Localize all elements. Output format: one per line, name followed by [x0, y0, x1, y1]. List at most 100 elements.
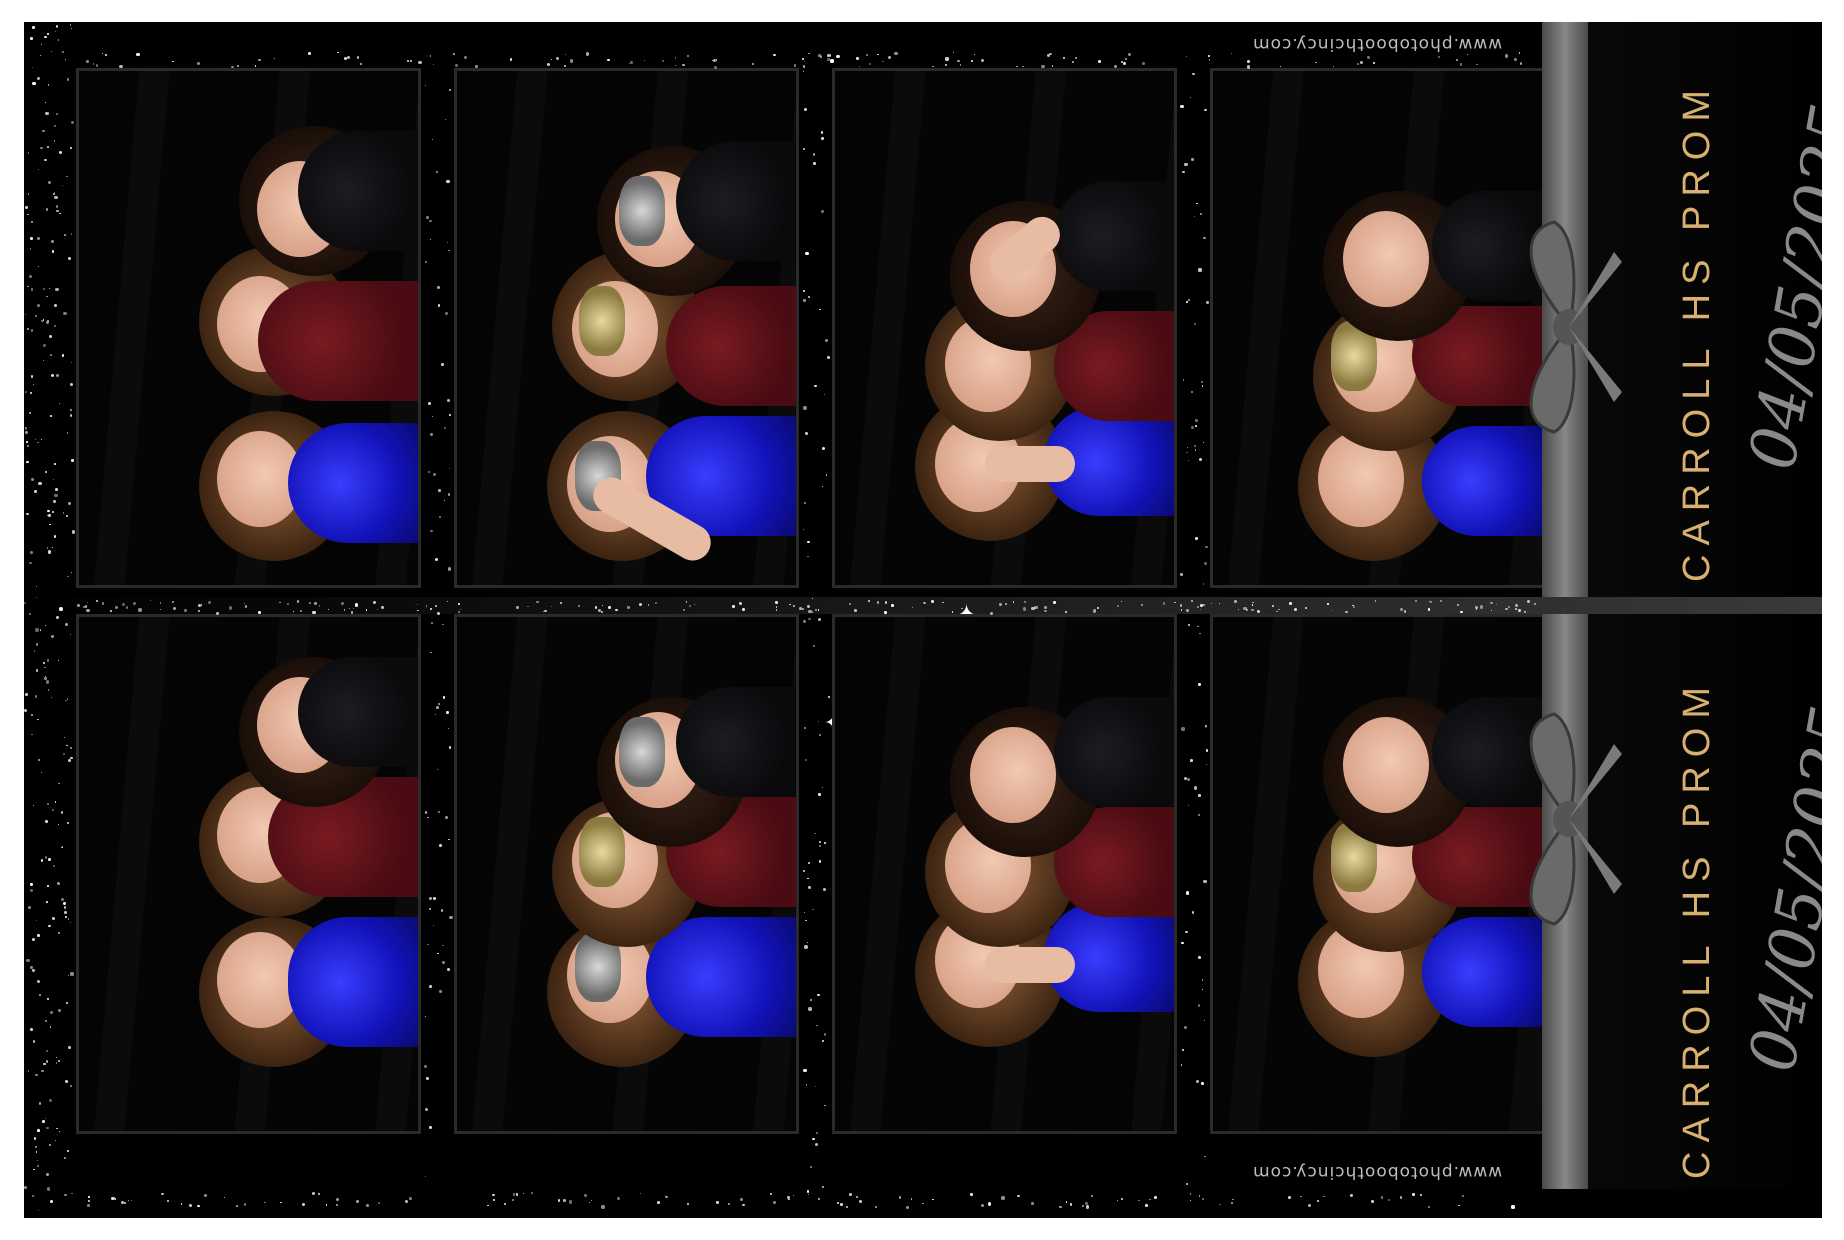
sparkle-dot	[124, 1202, 126, 1204]
sparkle-dot	[712, 58, 716, 62]
sparkle-dot	[25, 692, 29, 696]
sparkle-dot	[71, 530, 75, 534]
sparkle-dot	[435, 605, 438, 607]
sparkle-dot	[822, 888, 826, 892]
sparkle-dot	[51, 916, 55, 920]
sparkle-dot	[807, 877, 809, 879]
sparkle-dot	[459, 608, 462, 610]
sparkle-dot	[820, 209, 824, 214]
sparkle-dot	[35, 596, 38, 598]
ribbon-bow	[1529, 712, 1622, 926]
sparkle-dot	[569, 59, 574, 63]
sparkle-dot	[1140, 603, 1143, 606]
photo-strip-top: CARROLL HS PROM 04/05/2025 www.photoboot…	[24, 22, 1822, 597]
sparkle-dot	[1205, 545, 1208, 549]
sparkle-dot	[1197, 955, 1202, 959]
sparkle-dot	[546, 63, 550, 67]
sparkle-dot	[1190, 157, 1194, 161]
sparkle-dot	[858, 1199, 863, 1203]
sparkle-dot	[32, 81, 36, 85]
sparkle-dot	[818, 840, 821, 843]
sparkle-dot	[1461, 1195, 1464, 1198]
sparkle-dot	[29, 391, 32, 394]
sparkle-dot	[808, 1193, 810, 1195]
sparkle-dot	[35, 1150, 38, 1153]
face	[1343, 211, 1429, 307]
sparkle-dot	[1199, 603, 1203, 607]
sparkle-dot	[49, 1144, 51, 1146]
sparkle-dot	[1113, 65, 1117, 69]
sparkle-dot	[88, 1196, 90, 1198]
sparkle-dot	[159, 608, 161, 610]
sparkle-dot	[1203, 879, 1207, 884]
sparkle-dot	[46, 1187, 51, 1191]
sparkle-dot	[515, 1193, 519, 1196]
sparkle-dot	[37, 718, 39, 720]
sparkle-dot	[1065, 1201, 1067, 1203]
sparkle-dot	[431, 138, 433, 140]
sparkle-dot	[428, 907, 431, 910]
sparkle-dot	[437, 611, 441, 615]
sparkle-dot	[932, 1199, 934, 1201]
sparkle-dot	[365, 609, 368, 611]
sparkle-dot	[409, 1196, 412, 1200]
blue-dress	[1422, 426, 1542, 536]
sparkle-dot	[180, 1203, 183, 1205]
sparkle-dot	[811, 611, 813, 613]
sparkle-dot	[970, 60, 973, 63]
sparkle-dot	[39, 54, 41, 56]
sparkle-dot	[910, 1198, 912, 1200]
sparkle-dot	[30, 478, 34, 482]
arm	[985, 446, 1075, 482]
sparkle-dot	[1181, 727, 1185, 731]
sparkle-dot	[742, 1203, 745, 1207]
sparkle-dot	[87, 1204, 91, 1208]
sparkle-dot	[1399, 1196, 1403, 1199]
sparkle-dot	[1194, 449, 1197, 451]
sparkle-dot	[54, 493, 58, 497]
sparkle-dot	[1457, 603, 1459, 606]
sparkle-dot	[1411, 1192, 1415, 1197]
sparkle-dot	[70, 1085, 73, 1087]
sparkle-dot	[814, 384, 817, 387]
sparkle-dot	[792, 1195, 794, 1197]
photo-3-peace-signs	[832, 68, 1177, 588]
sparkle-dot	[235, 1204, 238, 1207]
sparkle-dot	[444, 815, 448, 819]
blue-dress	[288, 423, 418, 543]
sparkle-dot	[26, 327, 29, 330]
sparkle-dot	[40, 859, 43, 862]
sparkle-dot	[29, 1027, 33, 1031]
sparkle-dot	[197, 603, 201, 607]
sparkle-dot	[1507, 606, 1510, 609]
sparkle-dot	[1001, 1196, 1005, 1200]
sparkle-dot	[70, 746, 72, 749]
sparkle-dot	[1504, 54, 1508, 58]
sparkle-dot	[43, 344, 46, 347]
sparkle-dot	[1327, 603, 1329, 605]
sparkle-dot	[43, 359, 45, 361]
sparkle-dot	[445, 312, 448, 315]
sparkle-dot	[1202, 1198, 1205, 1201]
sparkle-dot	[442, 696, 446, 699]
blue-dress	[288, 917, 418, 1047]
sparkle-dot	[309, 601, 311, 604]
sparkle-dot	[846, 1205, 849, 1209]
sparkle-dot	[189, 1204, 192, 1207]
sparkle-dot	[437, 489, 441, 492]
sparkle-dot	[989, 611, 993, 615]
gold-mask	[579, 286, 625, 356]
sparkle-dot	[1367, 56, 1370, 59]
sparkle-dot	[45, 1050, 48, 1053]
sparkle-dot	[436, 705, 439, 709]
sparkle-dot	[823, 1033, 827, 1036]
sparkle-dot	[448, 249, 450, 252]
sparkle-dot	[429, 219, 432, 223]
ribbon-bow	[1529, 220, 1622, 434]
sparkle-dot	[813, 162, 816, 165]
sparkle-dot	[449, 414, 451, 416]
sparkle-dot	[70, 756, 73, 760]
sparkle-dot	[1207, 54, 1210, 57]
sparkle-dot	[808, 1007, 812, 1011]
sparkle-dot	[65, 514, 68, 517]
